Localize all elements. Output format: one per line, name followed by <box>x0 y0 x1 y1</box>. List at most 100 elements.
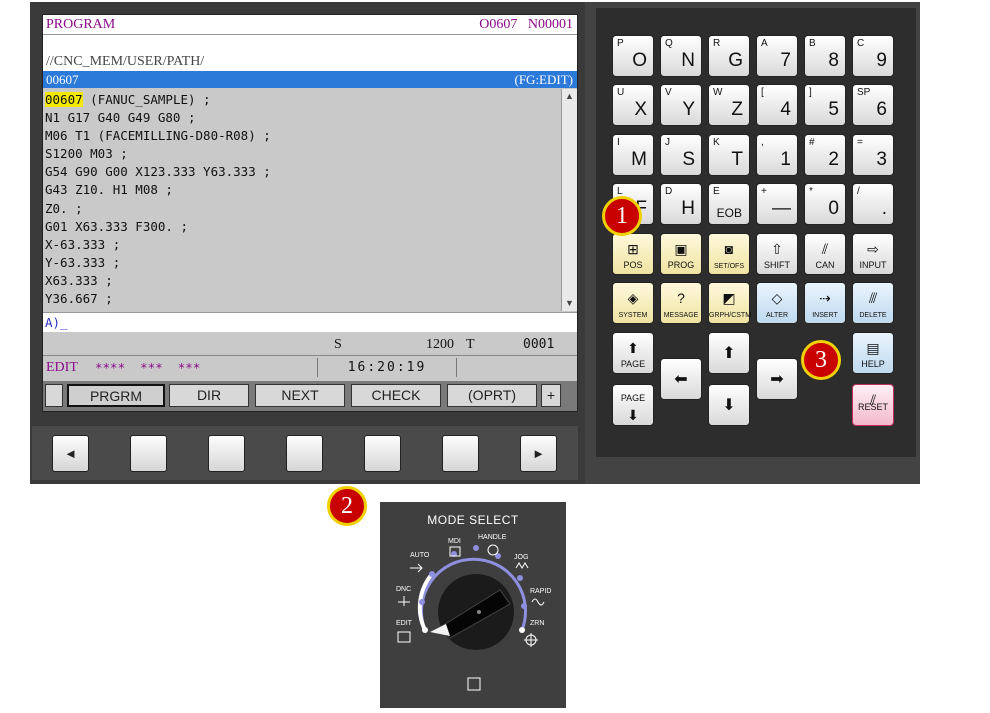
code-line: M06 T1 (FACEMILLING-D80-R08) ; <box>45 128 271 144</box>
program-selection-bar[interactable]: 00607 (FG:EDIT) <box>43 71 577 88</box>
key-x[interactable]: UX <box>612 84 654 126</box>
softkey-more[interactable]: + <box>541 384 561 407</box>
soft-key-bar: PRGRM DIR NEXT CHECK (OPRT) + <box>43 381 577 411</box>
message-icon: ? <box>677 290 685 306</box>
tool-label: T <box>466 337 475 352</box>
softkey-check[interactable]: CHECK <box>351 384 441 407</box>
pos-button[interactable]: ⊞ POS <box>612 233 654 275</box>
next-menu-button[interactable]: ► <box>520 435 557 472</box>
key-6[interactable]: SP 6 <box>852 84 894 126</box>
screen-title: PROGRAM <box>46 17 116 32</box>
code-line: X63.333 ; <box>45 272 113 288</box>
rapid-icon <box>531 598 545 606</box>
insert-icon: ⇢ <box>819 290 831 306</box>
key-8[interactable]: B8 <box>804 35 846 77</box>
alter-icon: ◇ <box>771 290 783 306</box>
soft-button-3[interactable] <box>286 435 323 472</box>
key-input-buffer[interactable]: A)_ <box>43 312 577 332</box>
softkey-oprt[interactable]: (OPRT) <box>447 384 537 407</box>
key-o[interactable]: PO <box>612 35 654 77</box>
softkey-return[interactable] <box>45 384 63 407</box>
scroll-up-icon[interactable]: ▲ <box>564 91 575 102</box>
screen-header: PROGRAM O0607 N00001 <box>43 15 577 35</box>
key-s[interactable]: JS <box>660 134 702 176</box>
prev-menu-button[interactable]: ◄ <box>52 435 89 472</box>
code-line: Y-63.333 ; <box>45 254 121 270</box>
screen-soft-buttons: ◄ ► <box>32 426 578 480</box>
key-g[interactable]: RG <box>708 35 750 77</box>
spindle-label: S <box>334 337 342 352</box>
code-line: 00607 (FANUC_SAMPLE) ; <box>45 91 563 109</box>
code-line: Z0. ; <box>45 200 83 216</box>
softkey-next[interactable]: NEXT <box>255 384 345 407</box>
arrow-up-icon: ⬆ <box>722 345 736 362</box>
cancel-icon: ⫽ <box>821 241 829 257</box>
program-number: O0607 N00001 <box>479 17 573 33</box>
cursor-up-button[interactable]: ⬆ <box>708 332 750 374</box>
spindle-value: 1200 <box>426 337 454 352</box>
soft-button-2[interactable] <box>208 435 245 472</box>
key-z[interactable]: WZ <box>708 84 750 126</box>
soft-button-5[interactable] <box>442 435 479 472</box>
key-0[interactable]: * 0 <box>804 183 846 225</box>
selected-program: 00607 <box>46 72 79 87</box>
edit-flag: (FG:EDIT) <box>514 72 574 87</box>
key-3[interactable]: = 3 <box>852 134 894 176</box>
message-button[interactable]: ? MESSAGE <box>660 282 702 324</box>
arrow-right-icon: ➡ <box>770 371 784 388</box>
page-down-button[interactable]: PAGE ⬇ <box>612 384 654 426</box>
key-2[interactable]: #2 <box>804 134 846 176</box>
code-line: G01 X63.333 F300. ; <box>45 218 188 234</box>
delete-button[interactable]: ⫻ DELETE <box>852 282 894 324</box>
key-t[interactable]: KT <box>708 134 750 176</box>
prog-button[interactable]: ▣ PROG <box>660 233 702 275</box>
program-code[interactable]: 00607 (FANUC_SAMPLE) ; N1 G17 G40 G49 G8… <box>43 89 563 311</box>
page-down-icon: ⬇ <box>627 407 639 423</box>
cursor-right-button[interactable]: ➡ <box>756 358 798 400</box>
jog-icon <box>515 562 529 569</box>
key-n[interactable]: QN <box>660 35 702 77</box>
callout-3: 3 <box>801 340 841 380</box>
offset-setting-button[interactable]: ◙ SET/OFS <box>708 233 750 275</box>
insert-button[interactable]: ⇢ INSERT <box>804 282 846 324</box>
mode-select-panel: MODE SELECT MDI HANDLE AUTO JOG DNC RAPI… <box>380 502 566 708</box>
reset-button[interactable]: ⫽ RESET <box>852 384 894 426</box>
help-button[interactable]: ▤ HELP <box>852 332 894 374</box>
key-h[interactable]: DH <box>660 183 702 225</box>
key-m[interactable]: IM <box>612 134 654 176</box>
graph-button[interactable]: ◩ GRPH/CSTM <box>708 282 751 324</box>
key-4[interactable]: [4 <box>756 84 798 126</box>
key-dot[interactable]: /. <box>852 183 894 225</box>
scroll-down-icon[interactable]: ▼ <box>564 298 575 309</box>
shift-button[interactable]: ⇧ SHIFT <box>756 233 798 275</box>
key-eob[interactable]: E EOB <box>708 183 750 225</box>
cursor-left-button[interactable]: ⬅ <box>660 358 702 400</box>
key-7[interactable]: A7 <box>756 35 798 77</box>
key-9[interactable]: C9 <box>852 35 894 77</box>
status-stars: **** *** *** <box>95 360 201 375</box>
soft-button-1[interactable] <box>130 435 167 472</box>
softkey-dir[interactable]: DIR <box>169 384 249 407</box>
soft-button-4[interactable] <box>364 435 401 472</box>
key-y[interactable]: VY <box>660 84 702 126</box>
alter-button[interactable]: ◇ ALTER <box>756 282 798 324</box>
page-up-button[interactable]: ⬆ PAGE <box>612 332 654 374</box>
cancel-button[interactable]: ⫽ CAN <box>804 233 846 275</box>
system-button[interactable]: ◈ SYSTEM <box>612 282 654 324</box>
cursor-down-button[interactable]: ⬇ <box>708 384 750 426</box>
program-path: //CNC_MEM/USER/PATH/ <box>43 35 577 71</box>
path-text: //CNC_MEM/USER/PATH/ <box>46 54 205 69</box>
input-button[interactable]: ⇨ INPUT <box>852 233 894 275</box>
mode-select-dial[interactable] <box>380 502 566 708</box>
key-5[interactable]: ] 5 <box>804 84 846 126</box>
code-line: Y36.667 ; <box>45 291 113 307</box>
mode-indicator: EDIT <box>46 360 78 375</box>
arrow-down-icon: ⬇ <box>722 397 736 414</box>
header-prog: O0607 <box>479 17 518 32</box>
key-minus[interactable]: + — <box>756 183 798 225</box>
code-line: N1 G17 G40 G49 G80 ; <box>45 110 196 126</box>
callout-1: 1 <box>602 196 642 236</box>
softkey-prgrm[interactable]: PRGRM <box>67 384 165 407</box>
key-1[interactable]: ,1 <box>756 134 798 176</box>
code-scrollbar[interactable]: ▲ ▼ <box>561 89 577 311</box>
